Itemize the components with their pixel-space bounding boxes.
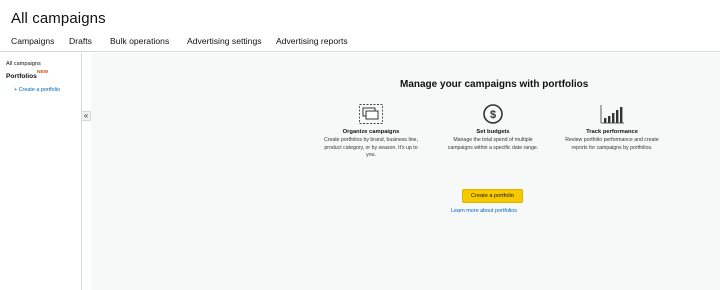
learn-more-link[interactable]: Learn more about portfolios: [451, 208, 517, 214]
feature-performance: Track performance Review portfolio perfo…: [562, 103, 662, 152]
sidebar-item-all-campaigns[interactable]: All campaigns: [6, 61, 41, 67]
tab-campaigns[interactable]: Campaigns: [11, 36, 54, 46]
tab-bulk-operations[interactable]: Bulk operations: [110, 36, 169, 46]
feature-budgets: $ Set budgets Manage the total spend of …: [443, 103, 543, 152]
sidebar-item-portfolios[interactable]: Portfolios: [6, 73, 37, 80]
collapse-sidebar-button[interactable]: «: [82, 111, 91, 121]
create-portfolio-button[interactable]: Create a portfolio: [462, 189, 523, 203]
portfolio-stack-icon: [358, 103, 384, 125]
feature-organize: Organize campaigns Create portfolios by …: [321, 103, 421, 160]
svg-text:$: $: [490, 109, 496, 121]
feature-title: Track performance: [586, 129, 638, 135]
page-title: All campaigns: [11, 10, 106, 27]
bar-chart-icon: [599, 103, 625, 125]
feature-description: Review portfolio performance and create …: [565, 137, 659, 151]
feature-description: Create portfolios by brand, business lin…: [323, 137, 418, 159]
tab-advertising-settings[interactable]: Advertising settings: [187, 36, 262, 46]
new-badge: NEW: [37, 70, 49, 75]
create-portfolio-link[interactable]: + Create a portfolio: [14, 87, 60, 93]
dollar-circle-icon: $: [480, 103, 506, 125]
feature-title: Set budgets: [476, 129, 510, 135]
sidebar: All campaigns Portfolios NEW + Create a …: [0, 53, 82, 290]
main-panel: Manage your campaigns with portfolios Or…: [91, 53, 720, 290]
top-bar: All campaigns Campaigns Drafts Bulk oper…: [0, 0, 720, 52]
tab-drafts[interactable]: Drafts: [69, 36, 92, 46]
feature-description: Manage the total spend of multiple campa…: [447, 137, 539, 151]
portfolios-heading: Manage your campaigns with portfolios: [400, 79, 589, 90]
tab-advertising-reports[interactable]: Advertising reports: [276, 36, 348, 46]
feature-title: Organize campaigns: [342, 129, 400, 135]
